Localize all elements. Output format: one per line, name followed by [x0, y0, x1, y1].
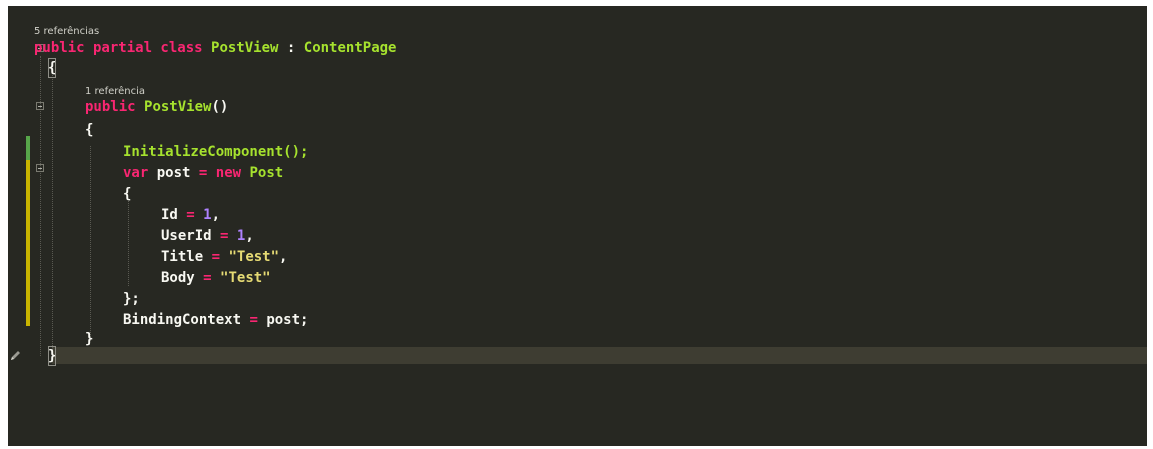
property-name: Body [161, 270, 195, 286]
property-name: Id [161, 207, 178, 223]
fold-region-guide [40, 56, 41, 356]
code-line-2: { [48, 58, 1147, 78]
method-call: InitializeComponent(); [123, 144, 309, 160]
code-line-5: InitializeComponent(); [123, 142, 1147, 162]
fold-collapse-icon[interactable] [36, 102, 44, 110]
code-line-15: } [48, 346, 1147, 366]
codelens-class-references[interactable]: 5 referências [34, 25, 99, 39]
identifier: post; [266, 312, 309, 328]
operator: = [186, 207, 195, 223]
keyword: var [123, 165, 149, 181]
operator: = [220, 228, 229, 244]
code-line-11: Body = "Test" [161, 268, 1147, 288]
property-name: UserId [161, 228, 212, 244]
brace: { [85, 122, 94, 138]
keyword: new [215, 165, 242, 181]
brace-match: { [48, 58, 57, 78]
string-literal: "Test" [220, 270, 271, 286]
code-line-7: { [123, 184, 1147, 204]
operator: = [203, 270, 212, 286]
punctuation: , [279, 249, 288, 265]
code-line-8: Id = 1, [161, 205, 1147, 225]
keyword: public partial class [34, 40, 203, 56]
code-line-6: var post = new Post [123, 163, 1147, 183]
brace: } [85, 331, 94, 347]
code-line-10: Title = "Test", [161, 247, 1147, 267]
operator: = [211, 249, 221, 265]
pencil-edit-icon[interactable] [9, 350, 21, 362]
indent-guide [52, 72, 53, 362]
identifier: post [156, 165, 191, 181]
class-name: PostView [211, 40, 279, 56]
code-line-1: public partial class PostView : ContentP… [34, 38, 1147, 58]
property-name: Title [161, 249, 204, 265]
brace-match: } [48, 346, 57, 366]
operator: = [249, 312, 258, 328]
code-line-9: UserId = 1, [161, 226, 1147, 246]
indent-guide [90, 146, 91, 341]
method-name: PostView [144, 99, 212, 115]
number-literal: 1 [203, 207, 212, 223]
punctuation: }; [123, 291, 140, 307]
unsaved-change-bar [26, 160, 30, 326]
identifier: BindingContext [123, 312, 242, 328]
punctuation: () [211, 99, 229, 115]
indent-guide [128, 201, 129, 286]
code-line-4: { [85, 120, 1147, 140]
code-line-12: }; [123, 289, 1147, 309]
type-name: Post [249, 165, 284, 181]
operator: = [198, 165, 208, 181]
brace: { [123, 186, 132, 202]
keyword: public [85, 99, 136, 115]
base-type: ContentPage [303, 40, 397, 56]
punctuation: , [245, 228, 254, 244]
code-line-3: public PostView() [85, 97, 1147, 117]
string-literal: "Test" [228, 249, 280, 265]
code-line-13: BindingContext = post; [123, 310, 1147, 330]
code-editor[interactable]: 5 referências public partial class PostV… [8, 6, 1147, 446]
punctuation: , [211, 207, 221, 223]
saved-change-bar [26, 136, 30, 160]
fold-collapse-icon[interactable] [36, 164, 44, 172]
punctuation: : [286, 40, 296, 56]
